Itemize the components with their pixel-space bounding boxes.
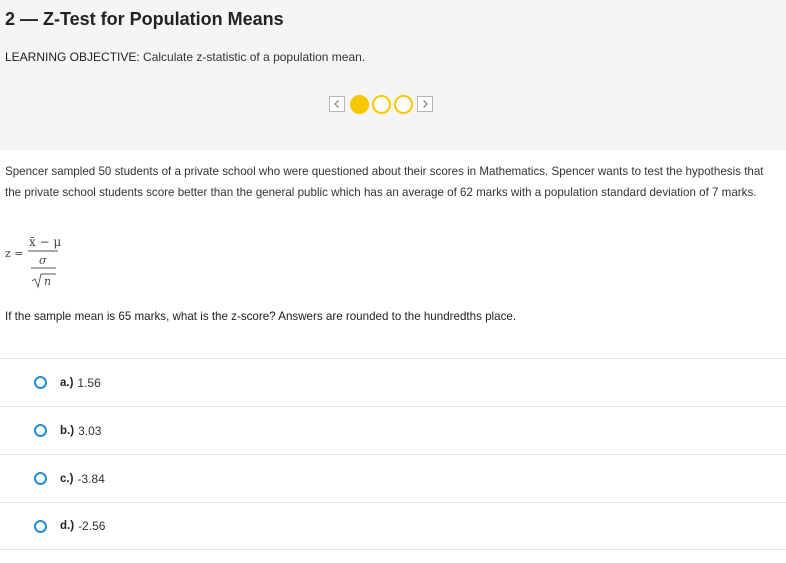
slide-pager [329,94,433,114]
answer-option-b[interactable]: b.) 3.03 [0,406,786,454]
question-text: If the sample mean is 65 marks, what is … [5,310,517,323]
radio-button-c[interactable] [34,472,47,485]
pager-dot-2[interactable] [372,94,391,114]
objective-text: Calculate z-statistic of a population me… [139,50,366,64]
answer-letter: b.) [60,424,75,437]
formula-sigma: σ [39,254,47,267]
objective-label: LEARNING OBJECTIVE: [5,50,140,64]
answer-value: -3.84 [77,471,105,486]
lesson-header: 2 — Z-Test for Population Means LEARNING… [0,0,786,150]
answer-letter: c.) [60,472,74,485]
answer-list: a.) 1.56 b.) 3.03 c.) -3.84 d.) -2.56 [0,358,786,550]
pager-dots [347,94,413,114]
previous-button[interactable] [329,96,345,112]
answer-letter: a.) [60,376,74,389]
formula-n: n [44,275,51,288]
answer-value: 1.56 [77,375,101,390]
answer-option-c[interactable]: c.) -3.84 [0,454,786,502]
learning-objective: LEARNING OBJECTIVE: Calculate z-statisti… [5,50,365,64]
pager-dot-1[interactable] [350,94,369,114]
answer-option-d[interactable]: d.) -2.56 [0,502,786,550]
radio-button-b[interactable] [34,424,47,437]
pager-dot-3[interactable] [394,94,413,114]
answer-letter: d.) [60,520,75,532]
next-button[interactable] [417,96,433,112]
z-score-formula: z = x̄ − μ σ n [5,233,65,296]
radio-button-a[interactable] [34,376,47,389]
problem-statement: Spencer sampled 50 students of a private… [5,165,764,199]
chevron-right-icon [423,100,428,108]
answer-option-a[interactable]: a.) 1.56 [0,358,786,406]
chevron-left-icon [334,100,339,108]
radio-button-d[interactable] [34,519,47,533]
page-title: 2 — Z-Test for Population Means [5,9,284,29]
formula-numerator: x̄ − μ [29,235,61,249]
answer-value: 3.03 [78,423,102,438]
formula-graphic: z = x̄ − μ σ n [5,235,61,289]
formula-lhs: z = [5,247,24,260]
answer-value: -2.56 [78,519,106,533]
